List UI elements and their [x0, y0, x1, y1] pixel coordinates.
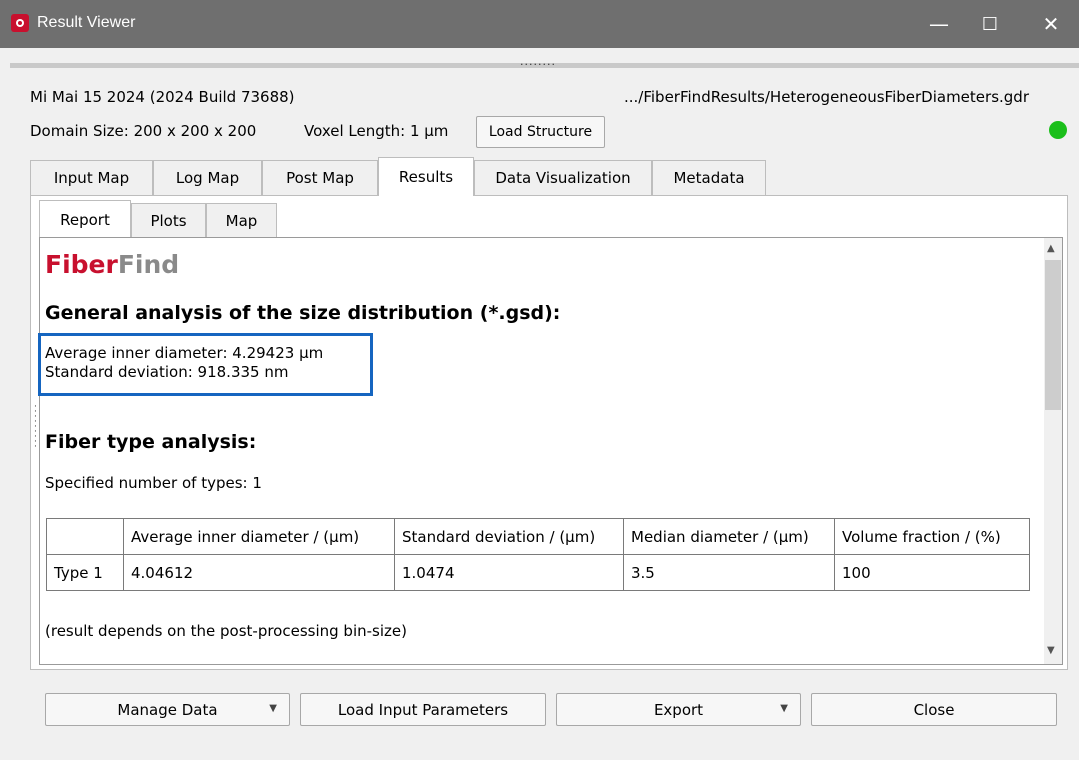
maximize-icon: ☐ — [981, 13, 999, 35]
manage-data-label: Manage Data — [117, 700, 218, 719]
fiberfind-logo: FiberFind — [45, 250, 179, 279]
subtab-label: Map — [225, 212, 258, 230]
close-window-button[interactable]: ✕ — [1023, 0, 1079, 48]
tab-label: Metadata — [673, 169, 745, 187]
manage-data-button[interactable]: Manage Data ▼ — [45, 693, 290, 726]
load-input-parameters-label: Load Input Parameters — [337, 700, 509, 719]
table-cell: 1.0474 — [394, 554, 624, 591]
voxel-length-label: Voxel Length: 1 µm — [304, 122, 449, 140]
status-indicator-icon — [1049, 121, 1067, 139]
tab-data-visualization[interactable]: Data Visualization — [474, 160, 652, 195]
tab-log-map[interactable]: Log Map — [153, 160, 262, 195]
app-logo-icon — [11, 14, 29, 32]
subtab-map[interactable]: Map — [206, 203, 277, 238]
domain-size-label: Domain Size: 200 x 200 x 200 — [30, 122, 257, 140]
table-header-cell: Standard deviation / (µm) — [394, 518, 624, 555]
splitter-grip-icon: ········ — [520, 58, 556, 71]
date-build-label: Mi Mai 15 2024 (2024 Build 73688) — [30, 88, 295, 106]
subtab-label: Plots — [150, 212, 187, 230]
minimize-button[interactable]: — — [911, 0, 967, 48]
subtab-report[interactable]: Report — [39, 200, 131, 238]
fiber-type-heading: Fiber type analysis: — [45, 431, 257, 453]
tab-results[interactable]: Results — [378, 157, 474, 196]
scrollbar-thumb[interactable] — [1045, 260, 1061, 410]
close-icon: ✕ — [1042, 12, 1060, 36]
fiber-type-table-wrapper: Average inner diameter / (µm) Standard d… — [46, 518, 1030, 591]
minimize-icon: — — [929, 12, 949, 36]
table-cell: Type 1 — [46, 554, 124, 591]
table-cell: 3.5 — [623, 554, 835, 591]
tab-post-map[interactable]: Post Map — [262, 160, 378, 195]
table-row: Type 1 4.04612 1.0474 3.5 100 — [46, 554, 1030, 591]
close-button[interactable]: Close — [811, 693, 1057, 726]
export-button[interactable]: Export ▼ — [556, 693, 801, 726]
chevron-down-icon: ▼ — [269, 703, 277, 714]
logo-text-find: Find — [117, 250, 180, 279]
table-header-cell: Volume fraction / (%) — [834, 518, 1030, 555]
fiber-type-table: Average inner diameter / (µm) Standard d… — [46, 518, 1030, 591]
tab-label: Results — [398, 168, 454, 186]
tab-input-map[interactable]: Input Map — [30, 160, 153, 195]
tab-label: Post Map — [286, 169, 354, 187]
table-header-cell: Median diameter / (µm) — [623, 518, 835, 555]
scroll-down-icon[interactable]: ▼ — [1047, 645, 1055, 656]
highlight-box — [38, 333, 373, 396]
num-types-text: Specified number of types: 1 — [45, 474, 262, 492]
gsd-heading: General analysis of the size distributio… — [45, 302, 561, 324]
logo-text-fiber: Fiber — [45, 250, 118, 279]
subtab-plots[interactable]: Plots — [131, 203, 206, 238]
export-label: Export — [653, 700, 704, 719]
window-title: Result Viewer — [37, 14, 136, 31]
table-header-row: Average inner diameter / (µm) Standard d… — [46, 518, 1030, 555]
load-input-parameters-button[interactable]: Load Input Parameters — [300, 693, 546, 726]
chevron-down-icon: ▼ — [780, 703, 788, 714]
table-cell: 4.04612 — [123, 554, 395, 591]
tab-label: Input Map — [53, 169, 130, 187]
tab-metadata[interactable]: Metadata — [652, 160, 766, 195]
subtab-label: Report — [60, 210, 110, 229]
tab-label: Data Visualization — [495, 169, 631, 187]
tab-label: Log Map — [175, 169, 240, 187]
scroll-up-icon[interactable]: ▲ — [1047, 243, 1055, 254]
bin-size-note: (result depends on the post-processing b… — [45, 622, 407, 640]
file-path-label: .../FiberFindResults/HeterogeneousFiberD… — [624, 88, 1029, 106]
title-bar: Result Viewer — ☐ ✕ — [0, 0, 1079, 48]
maximize-button[interactable]: ☐ — [962, 0, 1018, 48]
close-label: Close — [913, 700, 955, 719]
table-header-cell: Average inner diameter / (µm) — [123, 518, 395, 555]
panel-grip-icon[interactable]: · · · · · · · · · — [34, 403, 38, 455]
table-cell: 100 — [834, 554, 1030, 591]
table-header-cell — [46, 518, 124, 555]
load-structure-button[interactable]: Load Structure — [476, 116, 605, 148]
